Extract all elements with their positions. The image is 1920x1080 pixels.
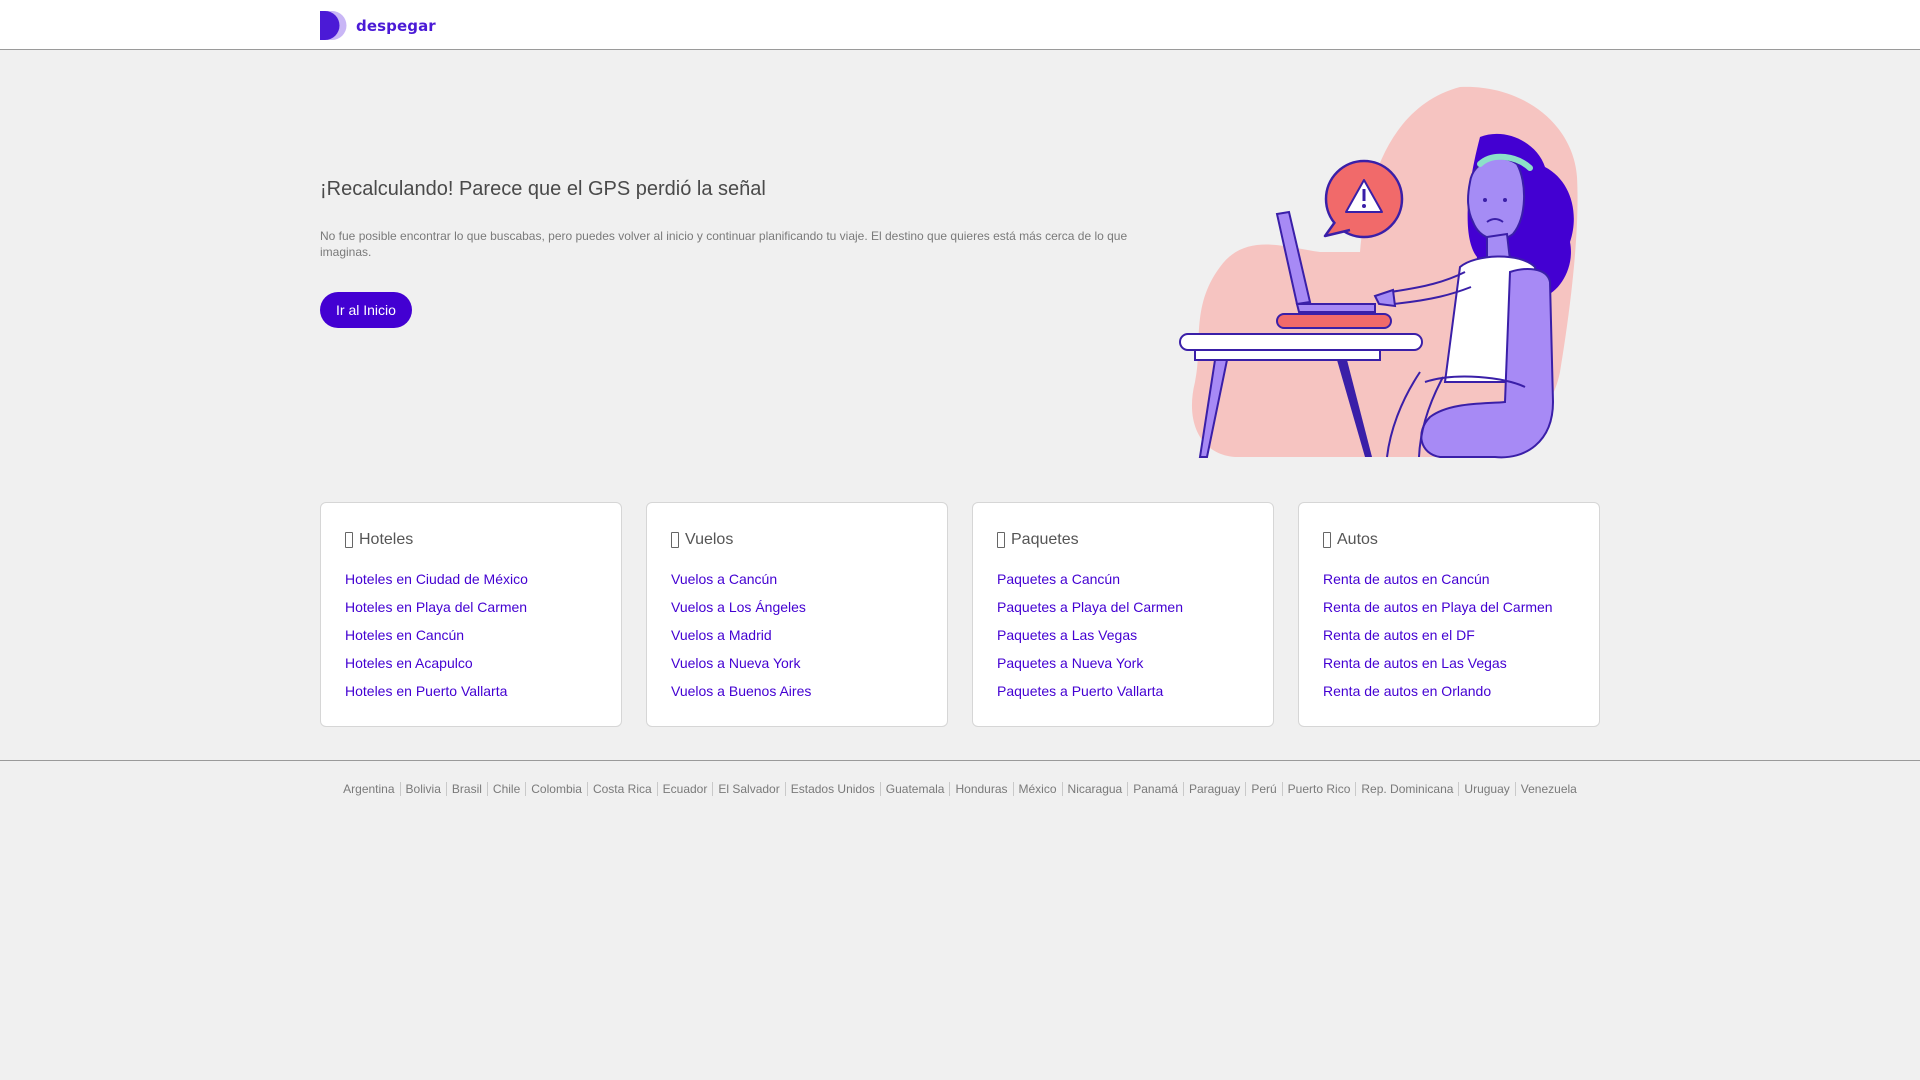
- country-link[interactable]: El Salvador: [712, 782, 784, 796]
- country-link[interactable]: Uruguay: [1458, 782, 1514, 796]
- card-link-list: Paquetes a Cancún Paquetes a Playa del C…: [997, 569, 1183, 709]
- flight-link[interactable]: Vuelos a Buenos Aires: [671, 683, 811, 699]
- country-link[interactable]: Brasil: [445, 782, 487, 796]
- card-link-list: Renta de autos en Cancún Renta de autos …: [1323, 569, 1553, 709]
- car-rental-link[interactable]: Renta de autos en Orlando: [1323, 683, 1491, 699]
- country-link[interactable]: Colombia: [525, 782, 587, 796]
- country-link[interactable]: Estados Unidos: [784, 782, 880, 796]
- flight-link[interactable]: Vuelos a Nueva York: [671, 655, 800, 671]
- country-link[interactable]: Honduras: [949, 782, 1012, 796]
- package-link[interactable]: Paquetes a Puerto Vallarta: [997, 683, 1163, 699]
- despegar-logo-link[interactable]: despegar: [320, 11, 436, 40]
- flight-link[interactable]: Vuelos a Los Ángeles: [671, 599, 806, 615]
- card-title: Autos: [1337, 531, 1378, 548]
- card-title: Paquetes: [1011, 531, 1079, 548]
- country-link[interactable]: Perú: [1245, 782, 1281, 796]
- package-icon: [997, 532, 1005, 548]
- despegar-logo-icon: [320, 11, 347, 40]
- card-paquetes: Paquetes Paquetes a Cancún Paquetes a Pl…: [972, 502, 1274, 727]
- page-title: ¡Recalculando! Parece que el GPS perdió …: [320, 178, 766, 200]
- flight-link[interactable]: Vuelos a Cancún: [671, 571, 777, 587]
- card-title: Hoteles: [359, 531, 414, 548]
- country-link[interactable]: Puerto Rico: [1281, 782, 1356, 796]
- country-link[interactable]: Chile: [486, 782, 525, 796]
- car-rental-link[interactable]: Renta de autos en Las Vegas: [1323, 655, 1507, 671]
- hotel-link[interactable]: Hoteles en Acapulco: [345, 655, 473, 671]
- country-link[interactable]: Rep. Dominicana: [1355, 782, 1458, 796]
- car-rental-link[interactable]: Renta de autos en Playa del Carmen: [1323, 599, 1553, 615]
- country-link[interactable]: Bolivia: [399, 782, 446, 796]
- car-icon: [1323, 532, 1331, 548]
- card-header: Hoteles: [345, 531, 413, 549]
- card-hoteles: Hoteles Hoteles en Ciudad de México Hote…: [320, 502, 622, 727]
- country-link[interactable]: Argentina: [338, 782, 399, 796]
- card-vuelos: Vuelos Vuelos a Cancún Vuelos a Los Ánge…: [646, 502, 948, 727]
- flight-link[interactable]: Vuelos a Madrid: [671, 627, 772, 643]
- country-link[interactable]: Ecuador: [656, 782, 713, 796]
- country-link[interactable]: Nicaragua: [1061, 782, 1128, 796]
- country-link[interactable]: México: [1012, 782, 1062, 796]
- card-autos: Autos Renta de autos en Cancún Renta de …: [1298, 502, 1600, 727]
- package-link[interactable]: Paquetes a Playa del Carmen: [997, 599, 1183, 615]
- hotel-link[interactable]: Hoteles en Cancún: [345, 627, 464, 643]
- logo-text: despegar: [356, 16, 436, 35]
- country-link[interactable]: Paraguay: [1182, 782, 1245, 796]
- car-rental-link[interactable]: Renta de autos en Cancún: [1323, 571, 1490, 587]
- card-link-list: Hoteles en Ciudad de México Hoteles en P…: [345, 569, 528, 709]
- footer-divider: [0, 760, 1920, 761]
- card-link-list: Vuelos a Cancún Vuelos a Los Ángeles Vue…: [671, 569, 811, 709]
- package-link[interactable]: Paquetes a Nueva York: [997, 655, 1143, 671]
- plane-icon: [671, 532, 679, 548]
- top-bar: despegar: [0, 0, 1920, 50]
- country-list: Argentina Bolivia Brasil Chile Colombia …: [0, 782, 1920, 796]
- hotel-link[interactable]: Hoteles en Ciudad de México: [345, 571, 528, 587]
- country-link[interactable]: Guatemala: [879, 782, 950, 796]
- go-home-button[interactable]: Ir al Inicio: [320, 292, 412, 328]
- package-link[interactable]: Paquetes a Las Vegas: [997, 627, 1137, 643]
- bed-icon: [345, 532, 353, 548]
- card-title: Vuelos: [685, 531, 734, 548]
- hotel-link[interactable]: Hoteles en Puerto Vallarta: [345, 683, 507, 699]
- package-link[interactable]: Paquetes a Cancún: [997, 571, 1120, 587]
- card-header: Vuelos: [671, 531, 733, 549]
- country-link[interactable]: Costa Rica: [586, 782, 657, 796]
- hotel-link[interactable]: Hoteles en Playa del Carmen: [345, 599, 527, 615]
- country-link[interactable]: Venezuela: [1514, 782, 1582, 796]
- car-rental-link[interactable]: Renta de autos en el DF: [1323, 627, 1475, 643]
- lost-gps-illustration: [1179, 86, 1578, 459]
- card-header: Paquetes: [997, 531, 1079, 549]
- card-header: Autos: [1323, 531, 1378, 549]
- page-description: No fue posible encontrar lo que buscabas…: [320, 229, 1128, 259]
- country-link[interactable]: Panamá: [1127, 782, 1183, 796]
